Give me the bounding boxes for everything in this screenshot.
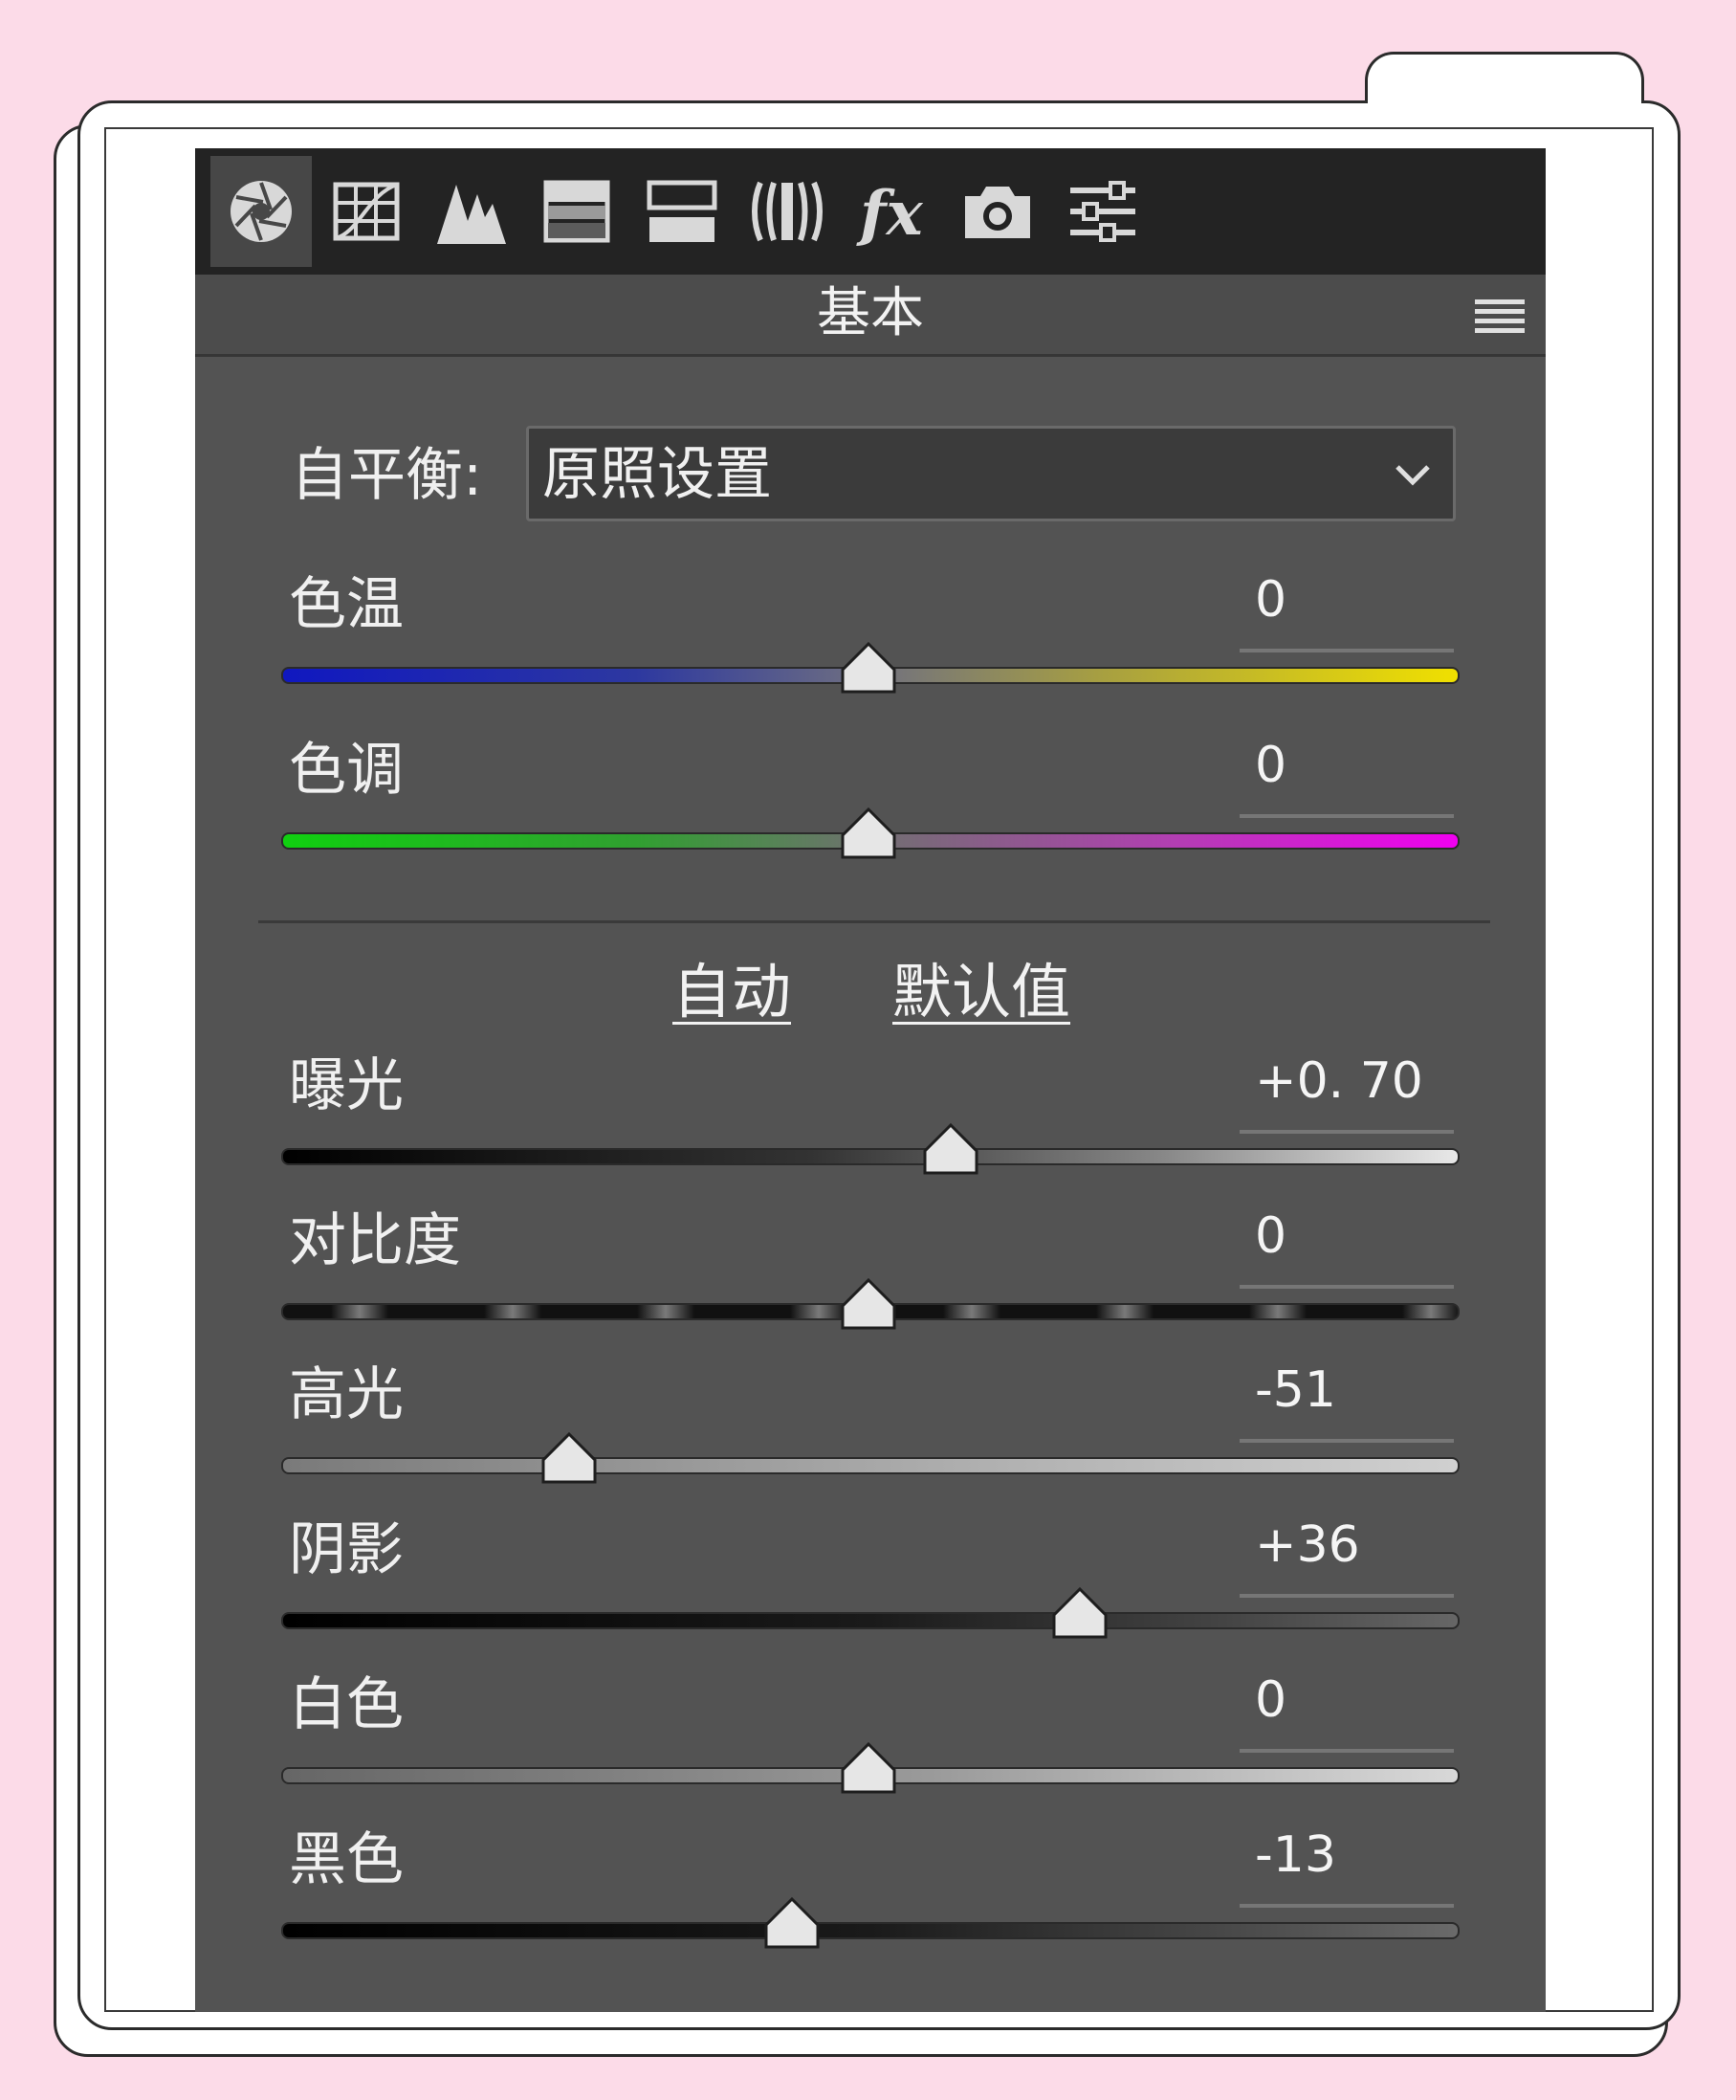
default-button[interactable]: 默认值: [892, 952, 1070, 1032]
presets-sliders-icon: [1070, 181, 1135, 242]
blacks-value[interactable]: -13: [1255, 1822, 1336, 1889]
panel-header: 基本: [195, 275, 1546, 357]
chevron-down-icon: [1395, 465, 1430, 486]
exposure-slider-thumb[interactable]: [921, 1122, 980, 1176]
hearts-tab-join: [1368, 99, 1641, 107]
fx-effects-icon: fx: [856, 178, 924, 248]
tint-slider-thumb[interactable]: [839, 807, 898, 860]
section-divider: [258, 920, 1490, 923]
highlights-label: 高光: [289, 1361, 404, 1428]
tab-lens-corrections[interactable]: [736, 156, 838, 267]
blacks-label: 黑色: [289, 1826, 404, 1893]
tab-detail[interactable]: [421, 156, 522, 267]
white-balance-value: 原照设置: [542, 441, 772, 508]
exposure-value[interactable]: +0. 70: [1255, 1048, 1423, 1115]
basic-panel: fx 基本 自平衡: 原照设置 色温 0 色调 0 自动 默认值 曝光 +0. …: [195, 148, 1546, 2012]
tint-label: 色调: [289, 737, 404, 804]
aperture-icon: [231, 181, 292, 242]
auto-button[interactable]: 自动: [672, 952, 791, 1032]
tab-split-toning[interactable]: [631, 156, 733, 267]
white-balance-label: 自平衡:: [291, 442, 483, 509]
tab-basic[interactable]: [210, 156, 312, 267]
blacks-slider-thumb[interactable]: [762, 1896, 822, 1950]
panel-title: 基本: [817, 282, 924, 344]
contrast-slider-thumb[interactable]: [839, 1277, 898, 1331]
value-underline: [1240, 1594, 1454, 1598]
temperature-label: 色温: [289, 571, 404, 638]
value-underline: [1240, 1749, 1454, 1753]
whites-value[interactable]: 0: [1255, 1667, 1286, 1734]
tone-curve-grid-icon: [333, 182, 400, 241]
shadows-slider-thumb[interactable]: [1050, 1586, 1110, 1640]
shadows-slider-track[interactable]: [281, 1612, 1460, 1629]
tint-value[interactable]: 0: [1255, 732, 1286, 799]
whites-label: 白色: [289, 1671, 404, 1738]
value-underline: [1240, 1439, 1454, 1443]
value-underline: [1240, 814, 1454, 818]
camera-calibration-icon: [965, 187, 1030, 238]
highlights-value[interactable]: -51: [1255, 1357, 1336, 1424]
exposure-slider-track[interactable]: [281, 1148, 1460, 1165]
split-toning-icon: [647, 180, 717, 242]
shadows-label: 阴影: [289, 1516, 404, 1583]
svg-text:fx: fx: [856, 178, 924, 248]
highlights-slider-thumb[interactable]: [539, 1431, 599, 1485]
detail-mountains-icon: [437, 185, 506, 244]
panel-toolbar: fx: [195, 148, 1546, 275]
tab-hsl[interactable]: [526, 156, 627, 267]
temperature-slider-thumb[interactable]: [839, 641, 898, 695]
contrast-label: 对比度: [289, 1207, 461, 1274]
value-underline: [1240, 1130, 1454, 1134]
value-underline: [1240, 1285, 1454, 1289]
blacks-slider-track[interactable]: [281, 1922, 1460, 1939]
tab-effects[interactable]: fx: [842, 156, 943, 267]
white-balance-dropdown[interactable]: 原照设置: [526, 426, 1456, 521]
whites-slider-thumb[interactable]: [839, 1741, 898, 1795]
temperature-value[interactable]: 0: [1255, 566, 1286, 633]
shadows-value[interactable]: +36: [1255, 1512, 1360, 1579]
value-underline: [1240, 649, 1454, 652]
tab-tone-curve[interactable]: [316, 156, 417, 267]
exposure-label: 曝光: [289, 1052, 404, 1119]
hsl-bars-icon: [543, 180, 610, 243]
contrast-value[interactable]: 0: [1255, 1203, 1286, 1270]
tab-presets[interactable]: [1052, 156, 1154, 267]
highlights-slider-track[interactable]: [281, 1457, 1460, 1474]
tab-camera-calibration[interactable]: [947, 156, 1048, 267]
panel-menu-icon[interactable]: [1473, 296, 1527, 338]
lens-correction-icon: [752, 181, 823, 242]
value-underline: [1240, 1904, 1454, 1908]
